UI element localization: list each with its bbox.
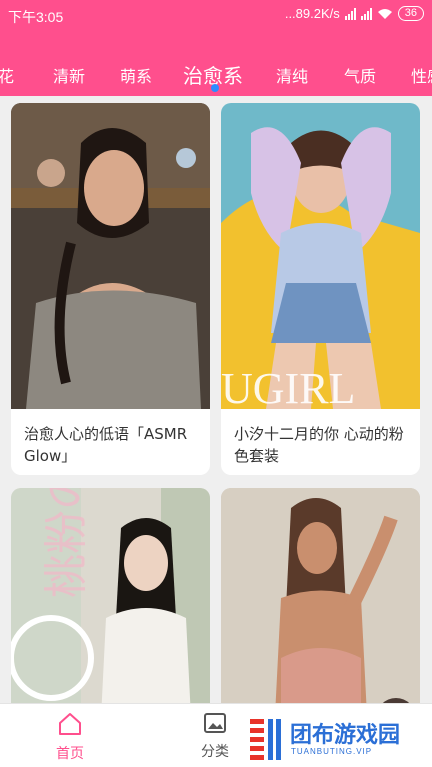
signal-icon-2 <box>360 7 372 20</box>
tab-hua[interactable]: 花 <box>0 63 14 87</box>
watermark-url: TUANBUTING.VIP <box>291 747 373 756</box>
tab-qingchun[interactable]: 清纯 <box>276 63 308 87</box>
tab-qizhi[interactable]: 气质 <box>344 63 376 87</box>
nav-home-label: 首页 <box>56 746 84 762</box>
watermark: 团布游戏园 TUANBUTING.VIP <box>250 717 430 761</box>
tab-mengxi[interactable]: 萌系 <box>120 63 152 87</box>
battery-icon: 36 <box>397 6 424 21</box>
album-title: 治愈人心的低语「ASMR Glow」 <box>24 425 188 465</box>
album-card[interactable]: UGIRL 小汐十二月的你 心动的粉色套装 <box>221 103 420 475</box>
status-bar: 下午3:05 ...89.2K/s 36 <box>0 0 432 30</box>
watermark-text: 团布游戏园 <box>290 723 401 748</box>
active-tab-indicator <box>211 84 219 92</box>
nav-category-label: 分类 <box>201 744 229 760</box>
album-cover-image <box>11 103 210 409</box>
watermark-logo-icon <box>250 719 281 760</box>
album-cover-image: 桃粉の <box>11 488 210 718</box>
network-speed: ...89.2K/s <box>284 6 340 21</box>
gallery-icon <box>204 713 226 733</box>
album-cover-image: UGIRL <box>221 103 420 409</box>
ugirl-logo: UGIRL <box>221 364 355 409</box>
signal-icon <box>344 7 356 20</box>
album-card[interactable]: 桃粉の <box>11 488 210 718</box>
album-card[interactable] <box>221 488 420 718</box>
album-cover-image <box>221 488 420 718</box>
status-time: 下午3:05 <box>8 9 64 25</box>
home-icon <box>59 713 81 735</box>
album-title: 小汐十二月的你 心动的粉色套装 <box>234 425 404 465</box>
status-right: ...89.2K/s 36 <box>285 6 424 21</box>
nav-home[interactable]: 首页 <box>40 712 100 763</box>
nav-category[interactable]: 分类 <box>185 712 245 761</box>
album-card[interactable]: 治愈人心的低语「ASMR Glow」 <box>11 103 210 475</box>
tab-xinggan[interactable]: 性感 <box>411 63 432 87</box>
tab-qingxin[interactable]: 清新 <box>53 63 85 87</box>
category-tabbar: 花 清新 萌系 治愈系 清纯 气质 性感 <box>0 30 432 96</box>
wifi-icon <box>377 8 392 19</box>
tao-fen-text: 桃粉の <box>41 488 92 598</box>
